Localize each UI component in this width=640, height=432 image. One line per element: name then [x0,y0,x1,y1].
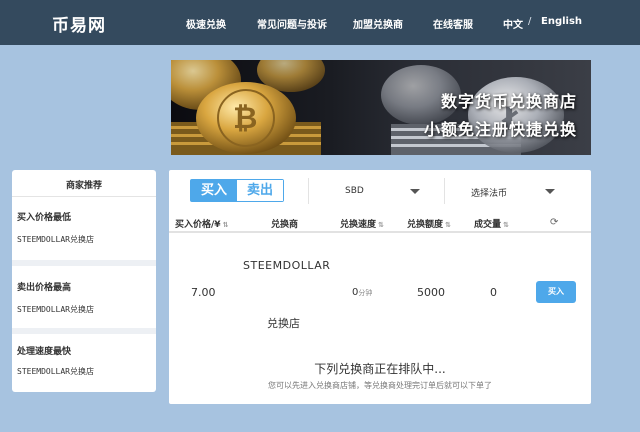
queue-subtitle: 您可以先进入兑换商店铺，等兑换商处理完订单后就可以下单了 [268,381,492,390]
section-fastest-title: 处理速度最快 [17,347,72,357]
nav-online-support[interactable]: 在线客服 [433,16,473,31]
section-highest-sell-store[interactable]: STEEMDOLLAR兑换店 [17,304,94,315]
banner-headline: 数字货币兑换商店 [440,92,577,111]
chevron-down-icon[interactable] [410,189,420,194]
merchant-name-suffix[interactable]: 兑换店 [267,315,300,331]
lang-chinese[interactable]: 中文 [503,16,523,31]
row-buy-button[interactable]: 买入 [536,281,576,303]
sidebar-title: 商家推荐 [65,181,102,191]
coin-select[interactable]: SBD [345,186,364,196]
divider [444,178,445,204]
merchant-recommend-panel: 商家推荐 买入价格最低 STEEMDOLLAR兑换店 卖出价格最高 STEEMD… [12,170,156,392]
divider [308,178,309,204]
col-amount[interactable]: 兑换额度 ⇅ [407,217,451,230]
nav-faq-complaints[interactable]: 常见问题与投诉 [257,16,327,31]
row-amount: 5000 [417,286,445,299]
lang-separator: / [528,16,532,27]
refresh-icon[interactable]: ⟳ [550,217,558,228]
banner-subheadline: 小额免注册快捷兑换 [423,120,577,139]
col-buy-price[interactable]: 买入价格/¥ ⇅ [175,217,228,230]
row-volume: 0 [490,286,497,299]
col-merchant: 兑换商 [271,220,299,230]
sort-icon: ⇅ [222,221,229,229]
col-volume-label: 成交量 [474,220,502,230]
divider [12,196,156,197]
col-speed-label: 兑换速度 [340,220,377,230]
row-speed: 0分钟 [352,287,372,298]
section-lowest-buy-store[interactable]: STEEMDOLLAR兑换店 [17,234,94,245]
col-buy-price-label: 买入价格/¥ [175,220,221,230]
sort-icon: ⇅ [445,221,451,229]
site-logo[interactable]: 币易网 [52,11,106,36]
col-volume[interactable]: 成交量 ⇅ [474,217,509,230]
sort-icon: ⇅ [378,221,384,229]
row-price: 7.00 [191,286,216,299]
row-speed-unit: 分钟 [358,289,373,297]
section-highest-sell-title: 卖出价格最高 [17,283,72,293]
toggle-sell-button[interactable]: 卖出 [237,180,283,201]
section-gap [12,260,156,266]
svg-text:₿: ₿ [233,101,257,136]
table-header: 买入价格/¥ ⇅ 兑换商 兑换速度 ⇅ 兑换额度 ⇅ 成交量 ⇅ ⟳ [169,211,591,233]
section-gap [12,328,156,334]
promo-banner: ₿ Ł 数字货币兑换商店 小额免注册快捷兑换 [171,60,591,155]
section-lowest-buy-title: 买入价格最低 [17,213,72,223]
nav-join-merchant[interactable]: 加盟兑换商 [353,16,403,31]
top-header: 币易网 极速兑换 常见问题与投诉 加盟兑换商 在线客服 中文 / English [0,0,640,45]
buy-sell-toggle: 买入 卖出 [190,179,284,202]
chevron-down-icon[interactable] [545,189,555,194]
col-speed[interactable]: 兑换速度 ⇅ [340,217,384,230]
toggle-buy-button[interactable]: 买入 [191,180,237,201]
merchant-name[interactable]: STEEMDOLLAR [243,259,330,272]
sort-icon: ⇅ [503,221,509,229]
exchange-panel: 买入 卖出 SBD 选择法币 买入价格/¥ ⇅ 兑换商 兑换速度 ⇅ 兑换额度 ⇅ 成… [169,170,591,404]
section-fastest-store[interactable]: STEEMDOLLAR兑换店 [17,366,94,377]
lang-english[interactable]: English [541,16,582,27]
queue-title: 下列兑换商正在排队中... [314,362,446,376]
nav-quick-exchange[interactable]: 极速兑换 [186,16,226,31]
fiat-select[interactable]: 选择法币 [471,186,507,199]
col-amount-label: 兑换额度 [407,220,444,230]
